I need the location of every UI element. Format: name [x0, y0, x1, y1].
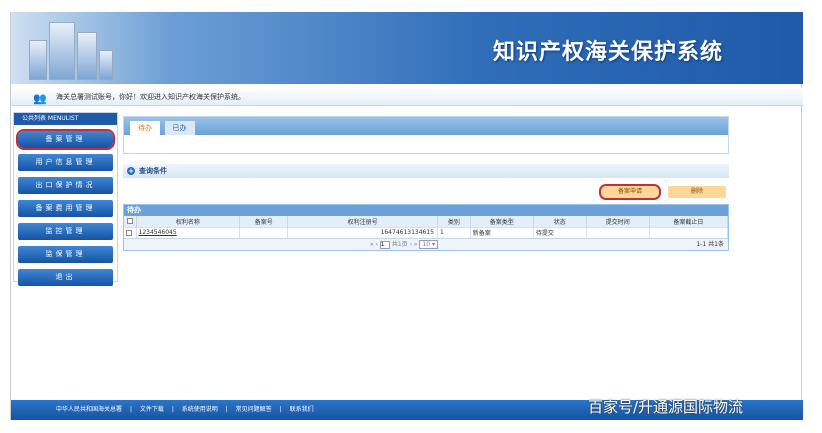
column-header[interactable]: 提交时间 [586, 216, 650, 227]
footer-link-customs[interactable]: 中华人民共和国海关总署 [56, 406, 122, 413]
separator: | [171, 406, 174, 413]
record-summary: 1-1 共1条 [696, 241, 724, 248]
sidebar-item-filing[interactable]: 备案管理 [16, 129, 115, 150]
footer-link-downloads[interactable]: 文件下载 [140, 406, 164, 413]
expand-icon: + [127, 167, 135, 175]
cell: 待提交 [533, 226, 587, 238]
separator: | [129, 406, 132, 413]
column-header[interactable]: 状态 [533, 216, 587, 227]
tab-done[interactable]: 已办 [164, 121, 195, 135]
page-input[interactable] [379, 241, 390, 249]
cell [586, 226, 650, 238]
sidebar-item-protect[interactable]: 监保管理 [18, 246, 113, 263]
column-header[interactable]: 备案截止日 [649, 216, 729, 227]
pager: « ‹ 共1页 › » 10 ▾ 1-1 共1条 [124, 238, 728, 250]
sidebar: 公共列表 MENULIST 备案管理 用户信息管理 出口保护情况 备案费用管理 … [13, 112, 118, 286]
separator: | [279, 406, 282, 413]
table-row[interactable]: 1234546045 16474613134615 1 新备案 待提交 [124, 226, 729, 238]
next-page-button[interactable]: › » [410, 241, 418, 248]
right-name-link[interactable]: 1234546045 [139, 229, 177, 236]
tab-todo[interactable]: 待办 [130, 121, 160, 135]
grid-title: 待办 [124, 205, 728, 216]
column-header[interactable]: 权利注册号 [287, 216, 438, 227]
main-content: 待办 已办 + 查询条件 备案申请 删除 待办 权利名称 备案号 权利注册号 类… [123, 116, 729, 251]
column-header[interactable]: 权利名称 [136, 216, 241, 227]
sidebar-item-user-info[interactable]: 用户信息管理 [18, 154, 113, 171]
todo-grid: 待办 权利名称 备案号 权利注册号 类别 备案类型 状态 提交时间 备案截止日 … [123, 204, 729, 251]
todo-table: 权利名称 备案号 权利注册号 类别 备案类型 状态 提交时间 备案截止日 123… [124, 216, 729, 238]
query-label: 查询条件 [139, 167, 167, 175]
footer-link-contact[interactable]: 联系我们 [290, 406, 314, 413]
row-checkbox[interactable] [126, 229, 132, 236]
building-logo [25, 18, 115, 80]
query-section-header[interactable]: + 查询条件 [123, 164, 729, 178]
page-size-select[interactable]: 10 ▾ [419, 240, 439, 249]
cell: 16474613134615 [287, 226, 438, 238]
cell: 新备案 [470, 226, 534, 238]
column-header[interactable]: 类别 [437, 216, 471, 227]
system-title: 知识产权海关保护系统 [492, 40, 723, 65]
sidebar-item-monitor[interactable]: 监控管理 [18, 223, 113, 240]
welcome-bar: 👥 海关总署测试账号，你好！欢迎进入知识产权海关保护系统。 [11, 88, 803, 106]
watermark: 百家号/升通源国际物流 [588, 398, 744, 416]
column-header[interactable]: 备案类型 [470, 216, 534, 227]
footer-link-manual[interactable]: 系统使用说明 [182, 406, 218, 413]
cell: 1 [437, 226, 471, 238]
prev-page-button[interactable]: « ‹ [370, 241, 378, 248]
apply-filing-button[interactable]: 备案申请 [599, 184, 661, 200]
app-frame: 知识产权海关保护系统 👥 海关总署测试账号，你好！欢迎进入知识产权海关保护系统。… [10, 12, 803, 420]
delete-button[interactable]: 删除 [668, 186, 726, 198]
sidebar-header: 公共列表 MENULIST [14, 113, 117, 125]
sidebar-item-export[interactable]: 出口保护情况 [18, 177, 113, 194]
cell [239, 226, 289, 238]
user-icon: 👥 [33, 92, 47, 105]
sidebar-item-logout[interactable]: 退出 [18, 269, 113, 286]
footer-link-faq[interactable]: 常见问题解答 [236, 406, 272, 413]
separator: | [225, 406, 228, 413]
tab-panel: 待办 已办 [123, 116, 729, 154]
cell [649, 226, 729, 238]
sidebar-item-fees[interactable]: 备案费用管理 [18, 200, 113, 217]
column-header[interactable]: 备案号 [239, 216, 289, 227]
welcome-text: 海关总署测试账号，你好！欢迎进入知识产权海关保护系统。 [56, 93, 245, 101]
page-count: 共1页 [391, 241, 408, 248]
select-all-checkbox[interactable] [126, 218, 133, 225]
header-banner: 知识产权海关保护系统 [11, 12, 803, 84]
